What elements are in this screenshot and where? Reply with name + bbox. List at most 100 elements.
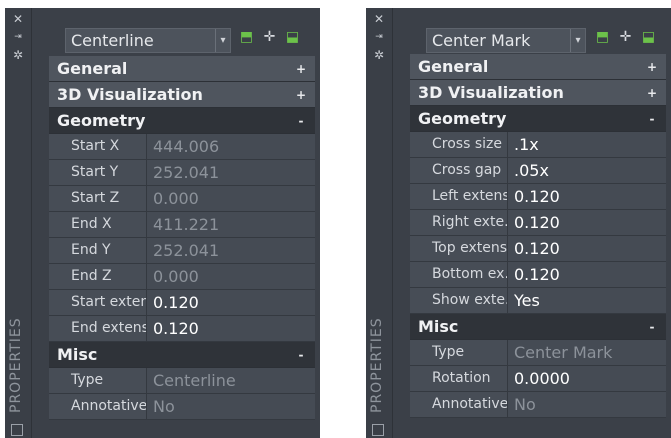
property-row[interactable]: Left extens...0.120 bbox=[410, 184, 666, 210]
property-value[interactable]: .05x bbox=[508, 158, 666, 183]
property-value[interactable]: 0.0000 bbox=[508, 366, 666, 391]
property-value[interactable]: 0.120 bbox=[508, 184, 666, 209]
property-value[interactable]: 0.120 bbox=[508, 262, 666, 287]
palette-title-strip[interactable]: ✕ ⇥ ✲ PROPERTIES bbox=[5, 8, 32, 438]
section-misc[interactable]: Misc - bbox=[410, 314, 666, 340]
property-row[interactable]: Annotative No bbox=[410, 392, 666, 418]
property-name: Start X bbox=[49, 134, 147, 159]
section-title: Misc bbox=[57, 345, 98, 364]
expand-icon[interactable]: + bbox=[293, 62, 315, 76]
palette-content: Centerline ▾ ⬒ ✛ ⬓ General + 3D Visualiz… bbox=[49, 8, 315, 438]
property-value[interactable]: 0.120 bbox=[508, 210, 666, 235]
expand-icon[interactable]: + bbox=[644, 60, 666, 74]
geometry-rows: Cross size.1xCross gap.05xLeft extens...… bbox=[410, 132, 666, 314]
property-name: Type bbox=[49, 368, 147, 393]
object-type-value: Centerline bbox=[71, 31, 154, 50]
section-title: Geometry bbox=[418, 109, 507, 128]
property-value: 444.006 bbox=[147, 134, 315, 159]
expand-icon[interactable]: + bbox=[644, 86, 666, 100]
property-value: 252.041 bbox=[147, 238, 315, 263]
quick-select-icon[interactable]: ⬒ bbox=[239, 30, 254, 45]
property-row[interactable]: Right exte...0.120 bbox=[410, 210, 666, 236]
object-type-value: Center Mark bbox=[432, 31, 531, 50]
quick-select-icon[interactable]: ⬒ bbox=[595, 30, 610, 45]
property-value: Center Mark bbox=[508, 340, 666, 365]
property-value: 0.000 bbox=[147, 264, 315, 289]
pickadd-toggle-icon[interactable]: ⬓ bbox=[641, 30, 656, 45]
select-objects-icon[interactable]: ✛ bbox=[618, 30, 633, 45]
property-name: End X bbox=[49, 212, 147, 237]
settings-icon[interactable]: ✲ bbox=[371, 48, 387, 62]
object-type-dropdown[interactable]: Centerline ▾ bbox=[65, 28, 231, 53]
autohide-icon[interactable]: ⇥ bbox=[10, 30, 26, 44]
collapse-icon[interactable]: - bbox=[644, 320, 666, 334]
properties-palette-left: ✕ ⇥ ✲ PROPERTIES Centerline ▾ ⬒ ✛ ⬓ Gene… bbox=[5, 8, 320, 438]
property-row[interactable]: Annotative No bbox=[49, 394, 315, 420]
property-name: Start Z bbox=[49, 186, 147, 211]
property-name: End Y bbox=[49, 238, 147, 263]
property-row[interactable]: Start exten...0.120 bbox=[49, 290, 315, 316]
close-icon[interactable]: ✕ bbox=[371, 12, 387, 26]
property-row[interactable]: Rotation 0.0000 bbox=[410, 366, 666, 392]
property-row[interactable]: End X 411.221 bbox=[49, 212, 315, 238]
section-general[interactable]: General + bbox=[49, 56, 315, 82]
settings-icon[interactable]: ✲ bbox=[10, 48, 26, 62]
property-value: No bbox=[147, 394, 315, 419]
collapse-icon[interactable]: - bbox=[293, 348, 315, 362]
misc-rows: Type Center Mark Rotation 0.0000 Annotative N… bbox=[410, 340, 666, 418]
property-value[interactable]: Yes bbox=[508, 288, 666, 313]
property-row[interactable]: Start X 444.006 bbox=[49, 134, 315, 160]
window-icon[interactable] bbox=[372, 424, 384, 436]
property-row[interactable]: Top extens...0.120 bbox=[410, 236, 666, 262]
palette-title: PROPERTIES bbox=[369, 317, 385, 413]
property-value: 252.041 bbox=[147, 160, 315, 185]
section-misc[interactable]: Misc - bbox=[49, 342, 315, 368]
property-row[interactable]: End Z 0.000 bbox=[49, 264, 315, 290]
property-name: End Z bbox=[49, 264, 147, 289]
section-3d-visualization[interactable]: 3D Visualization + bbox=[410, 80, 666, 106]
property-sections: General + 3D Visualization + Geometry - … bbox=[410, 54, 666, 418]
chevron-down-icon[interactable]: ▾ bbox=[215, 29, 230, 52]
collapse-icon[interactable]: - bbox=[293, 114, 315, 128]
autohide-icon[interactable]: ⇥ bbox=[371, 30, 387, 44]
palette-title-strip[interactable]: ✕ ⇥ ✲ PROPERTIES bbox=[366, 8, 393, 438]
property-name: Left extens... bbox=[410, 184, 508, 209]
property-row[interactable]: Start Y 252.041 bbox=[49, 160, 315, 186]
property-row[interactable]: Type Centerline bbox=[49, 368, 315, 394]
property-row[interactable]: End Y 252.041 bbox=[49, 238, 315, 264]
property-name: Start Y bbox=[49, 160, 147, 185]
property-name: Start exten... bbox=[49, 290, 147, 315]
property-row[interactable]: Show exte...Yes bbox=[410, 288, 666, 314]
pickadd-toggle-icon[interactable]: ⬓ bbox=[285, 30, 300, 45]
property-value[interactable]: 0.120 bbox=[508, 236, 666, 261]
expand-icon[interactable]: + bbox=[293, 88, 315, 102]
section-general[interactable]: General + bbox=[410, 54, 666, 80]
property-name: Cross size bbox=[410, 132, 508, 157]
collapse-icon[interactable]: - bbox=[644, 112, 666, 126]
property-name: Annotative bbox=[49, 394, 147, 419]
property-row[interactable]: Start Z 0.000 bbox=[49, 186, 315, 212]
select-objects-icon[interactable]: ✛ bbox=[262, 30, 277, 45]
property-row[interactable]: End extens...0.120 bbox=[49, 316, 315, 342]
palette-content: Center Mark ▾ ⬒ ✛ ⬓ General + 3D Visuali… bbox=[410, 8, 666, 438]
window-icon[interactable] bbox=[11, 424, 23, 436]
section-geometry[interactable]: Geometry - bbox=[49, 108, 315, 134]
property-value: No bbox=[508, 392, 666, 417]
property-value[interactable]: 0.120 bbox=[147, 316, 315, 341]
property-value[interactable]: .1x bbox=[508, 132, 666, 157]
section-title: Geometry bbox=[57, 111, 146, 130]
property-row[interactable]: Bottom ex...0.120 bbox=[410, 262, 666, 288]
section-geometry[interactable]: Geometry - bbox=[410, 106, 666, 132]
property-name: Right exte... bbox=[410, 210, 508, 235]
property-row[interactable]: Cross gap .05x bbox=[410, 158, 666, 184]
object-type-dropdown[interactable]: Center Mark ▾ bbox=[426, 28, 586, 53]
property-row[interactable]: Type Center Mark bbox=[410, 340, 666, 366]
section-3d-visualization[interactable]: 3D Visualization + bbox=[49, 82, 315, 108]
chevron-down-icon[interactable]: ▾ bbox=[570, 29, 585, 52]
property-value: 411.221 bbox=[147, 212, 315, 237]
close-icon[interactable]: ✕ bbox=[10, 12, 26, 26]
property-row[interactable]: Cross size .1x bbox=[410, 132, 666, 158]
property-value: Centerline bbox=[147, 368, 315, 393]
property-value[interactable]: 0.120 bbox=[147, 290, 315, 315]
palette-toolbar: ⬒ ✛ ⬓ bbox=[239, 30, 300, 45]
